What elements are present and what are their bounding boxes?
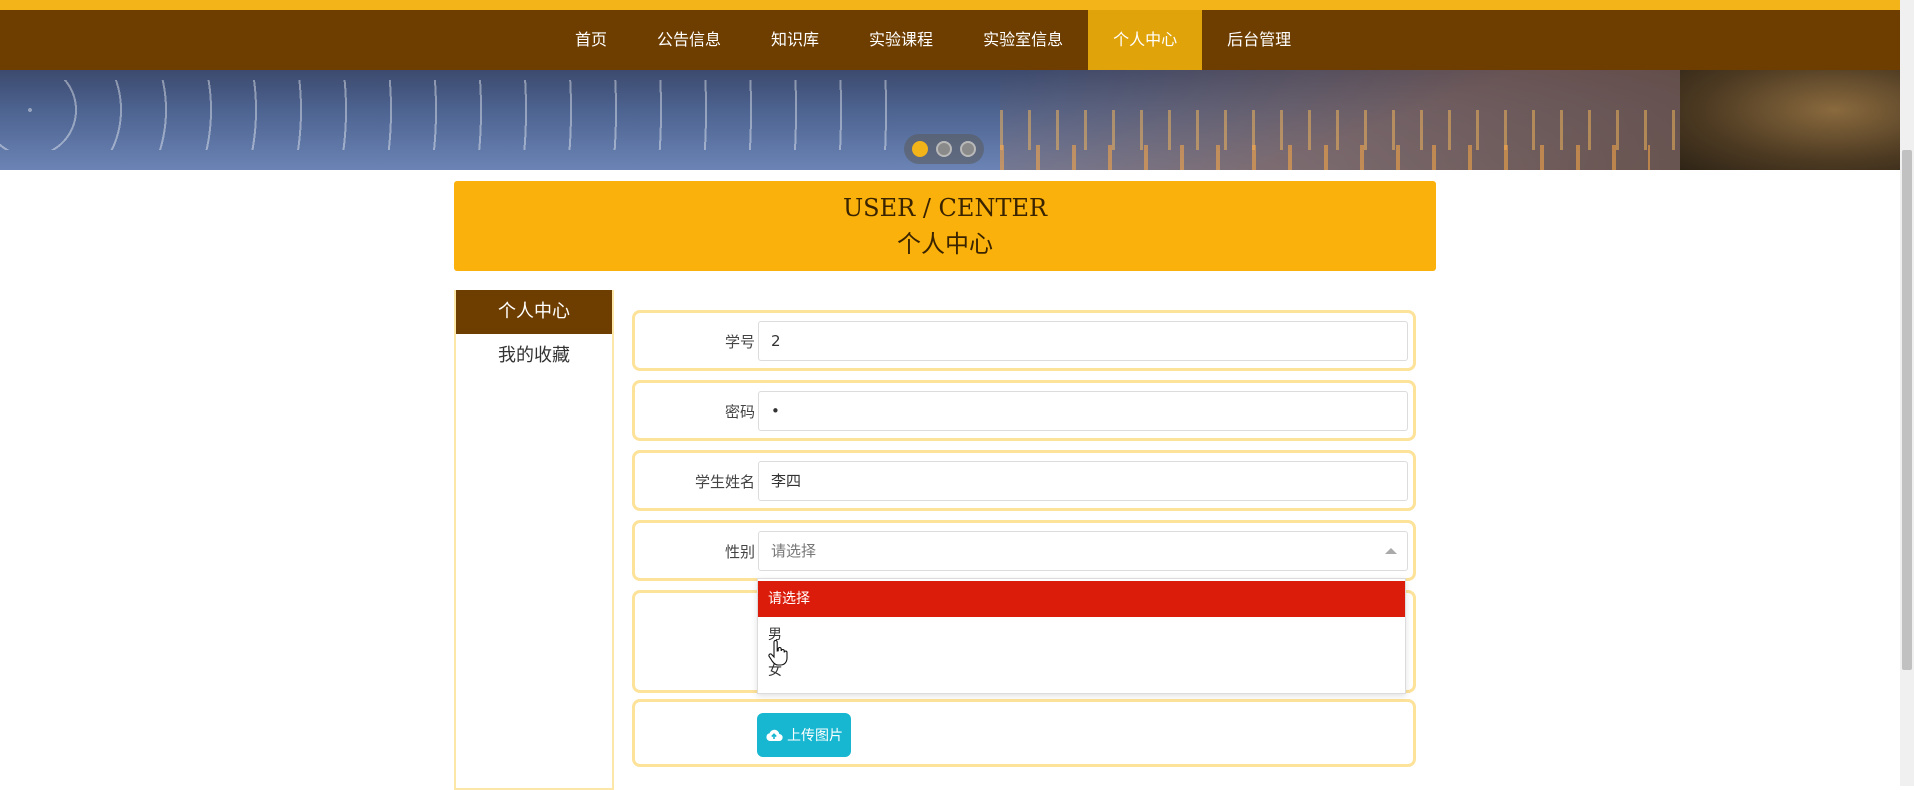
top-accent-strip xyxy=(0,0,1914,10)
student-name-input[interactable]: 李四 xyxy=(758,461,1408,501)
student-id-label: 学号 xyxy=(724,333,755,351)
carousel-indicators xyxy=(904,134,984,164)
gender-option-male[interactable]: 男 xyxy=(758,617,1405,653)
banner-hill xyxy=(1680,70,1900,170)
banner-reflections xyxy=(1000,145,1650,170)
student-id-input[interactable]: 2 xyxy=(758,321,1408,361)
scrollbar-thumb[interactable] xyxy=(1902,150,1912,670)
password-label: 密码 xyxy=(724,403,755,421)
password-input[interactable]: • xyxy=(758,391,1408,431)
chevron-up-icon xyxy=(1385,548,1397,554)
carousel-dot-1[interactable] xyxy=(912,141,928,157)
form-row-student-name: 学生姓名 李四 xyxy=(632,450,1416,511)
gender-label: 性别 xyxy=(724,543,755,561)
form-row-student-id: 学号 2 xyxy=(632,310,1416,371)
nav-item-home[interactable]: 首页 xyxy=(550,10,632,70)
gender-dropdown-list: 请选择 男 女 xyxy=(757,578,1406,694)
form-row-gender: 性别 请选择 xyxy=(632,520,1416,581)
sidebar-item-favorites[interactable]: 我的收藏 xyxy=(456,334,612,378)
banner-lights xyxy=(1000,110,1700,150)
nav-items: 首页 公告信息 知识库 实验课程 实验室信息 个人中心 后台管理 xyxy=(550,10,1316,70)
upload-image-button[interactable]: 上传图片 xyxy=(757,713,851,757)
cloud-upload-icon xyxy=(766,729,783,742)
page-scrollbar[interactable] xyxy=(1900,0,1914,786)
nav-item-lab-courses[interactable]: 实验课程 xyxy=(844,10,958,70)
gender-option-female[interactable]: 女 xyxy=(758,653,1405,689)
page-title-zh: 个人中心 xyxy=(897,230,993,258)
hand-cursor-icon xyxy=(768,640,788,666)
sidebar-item-user-center[interactable]: 个人中心 xyxy=(456,290,612,334)
page-title-banner: USER / CENTER 个人中心 xyxy=(454,181,1436,271)
sidebar: 个人中心 我的收藏 xyxy=(454,290,614,790)
nav-item-user-center[interactable]: 个人中心 xyxy=(1088,10,1203,70)
gender-option-placeholder[interactable]: 请选择 xyxy=(758,581,1405,617)
carousel-dot-2[interactable] xyxy=(936,141,952,157)
gender-select-value: 请选择 xyxy=(771,542,817,560)
main-navbar: 首页 公告信息 知识库 实验课程 实验室信息 个人中心 后台管理 xyxy=(0,10,1914,70)
page-title-en: USER / CENTER xyxy=(842,194,1048,222)
gender-select[interactable]: 请选择 xyxy=(758,531,1408,571)
nav-item-knowledge-base[interactable]: 知识库 xyxy=(746,10,844,70)
upload-image-label: 上传图片 xyxy=(787,728,843,744)
nav-item-announcements[interactable]: 公告信息 xyxy=(632,10,746,70)
nav-item-lab-info[interactable]: 实验室信息 xyxy=(958,10,1088,70)
banner-boats xyxy=(0,80,900,150)
student-name-label: 学生姓名 xyxy=(694,473,755,491)
nav-item-admin[interactable]: 后台管理 xyxy=(1202,10,1316,70)
carousel-dot-3[interactable] xyxy=(960,141,976,157)
form-row-upload xyxy=(632,699,1416,767)
form-row-password: 密码 • xyxy=(632,380,1416,441)
